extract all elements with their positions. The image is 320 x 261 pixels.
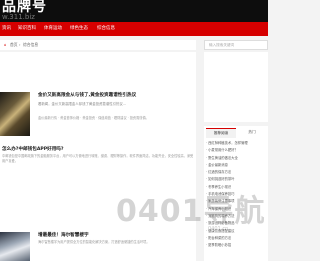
nav-item-sports[interactable]: 体育运动 [44, 22, 62, 36]
search-input[interactable]: 输入搜索关键词 [204, 40, 268, 50]
article-thumbnail[interactable] [0, 92, 30, 136]
nav-item-general[interactable]: 综合信息 [97, 22, 115, 36]
tab-hot[interactable]: 热门 [238, 128, 266, 138]
site-logo[interactable]: 品牌号 [2, 0, 47, 14]
site-domain: w.311.biz [2, 13, 35, 21]
sidebar-link[interactable]: · 金价最新消息 [206, 162, 268, 169]
article-summary: 看新闻，金价又新高限金人却钱了黄金投资靠谱性引热议... [38, 102, 126, 106]
watermark: 0401导航 [116, 194, 266, 229]
sidebar-link[interactable]: · 夏季防晒小妙招 [206, 242, 268, 249]
search-placeholder: 输入搜索关键词 [209, 43, 235, 47]
article-excerpt: 中邮钱包是中国邮政旗下的金融服务平台，用户可以方便地进行转账、缴费、理财等操作，… [2, 154, 194, 163]
breadcrumb: ⌂ 首页 › 综合信息 [0, 40, 196, 50]
article-title[interactable]: 金价又新高限金从与钱了,黄金投资靠谱性引热议 [38, 92, 136, 98]
page: 品牌号 w.311.biz 资讯 知识百科 体育运动 绿色生态 综合信息 ⌂ 首… [0, 0, 268, 261]
article-title[interactable]: 怎么办?中邮钱包APP好用吗? [2, 146, 64, 152]
article-thumbnail[interactable] [0, 232, 30, 261]
nav-item-knowledge[interactable]: 知识百科 [18, 22, 36, 36]
home-icon[interactable]: ⌂ [4, 40, 6, 50]
sidebar-link[interactable]: · 阳台种菜的方法 [206, 235, 268, 242]
sidebar-link[interactable]: · 如何挑选好的茶叶 [206, 176, 268, 183]
article-excerpt: 海尔智慧楼宇为用户提供全方位的智能化解决方案，打造舒适便捷的生活环境。 [38, 240, 150, 244]
nav-item-news[interactable]: 资讯 [2, 22, 11, 36]
tab-recommended[interactable]: 推荐阅读 [206, 128, 236, 138]
sidebar-link[interactable]: · 西红柿种植技术，怎样管理 [206, 140, 268, 147]
sidebar-link[interactable]: · 小麦常用什么肥好？ [206, 147, 268, 154]
breadcrumb-current[interactable]: 综合信息 [23, 40, 38, 50]
sidebar-link[interactable]: · 野生黄油的做法大全 [206, 155, 268, 162]
breadcrumb-sep: › [19, 42, 21, 47]
header: 品牌号 w.311.biz [0, 0, 268, 22]
breadcrumb-home[interactable]: 首页 [10, 40, 18, 50]
watermark-domain: 0401.cn [208, 226, 229, 232]
sidebar-ad-box [204, 52, 268, 122]
article-title[interactable]: 增最最佳！海尔智慧楼宇 [38, 232, 89, 238]
nav-item-ecology[interactable]: 绿色生态 [70, 22, 88, 36]
main-nav: 资讯 知识百科 体育运动 绿色生态 综合信息 [0, 22, 268, 36]
article-excerpt: 金价最新行情 · 黄金首饰价格 · 黄金投资 · 保值增值 · 理财建议 · 投… [38, 116, 149, 120]
tab-label: 推荐阅读 [213, 131, 229, 135]
sidebar-link[interactable]: · 红酒的保存方法 [206, 169, 268, 176]
